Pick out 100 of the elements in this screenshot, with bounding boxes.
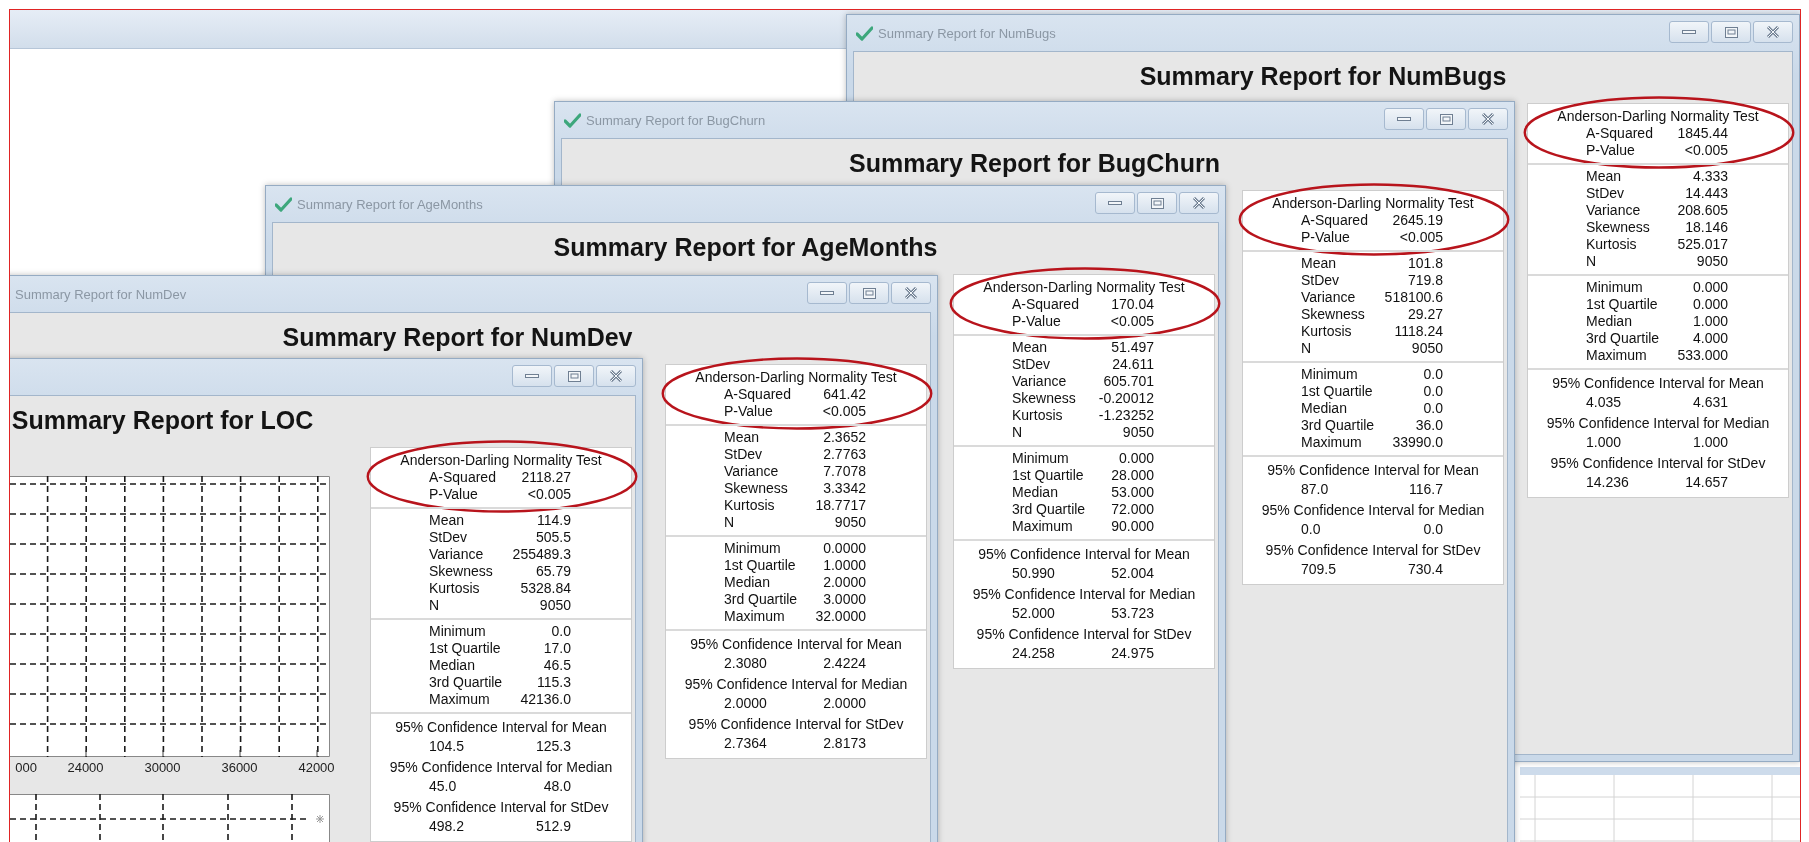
stat-label: Minimum — [1301, 366, 1358, 383]
interval-title: 95% Confidence Interval for Mean — [394, 718, 608, 736]
stat-label: P-Value — [429, 486, 478, 503]
interval-value: 24.258 — [1012, 645, 1055, 662]
close-icon — [609, 370, 623, 382]
interval-value: 709.5 — [1301, 561, 1337, 578]
stat-value: 29.27 — [1407, 306, 1443, 323]
interval-value: 53.723 — [1111, 605, 1154, 622]
stat-label: Skewness — [1301, 306, 1365, 323]
interval-value: 1.000 — [1692, 434, 1728, 451]
stat-label: Minimum — [1586, 279, 1643, 296]
stat-value: 0.0 — [1423, 400, 1443, 417]
stat-value: 18.146 — [1685, 219, 1728, 236]
stat-label: 1st Quartile — [429, 640, 501, 657]
stat-label: Mean — [1301, 255, 1337, 272]
minimize-button[interactable] — [1095, 192, 1135, 214]
stat-label: Variance — [1012, 373, 1067, 390]
test-title: Anderson-Darling Normality Test — [1271, 194, 1475, 212]
close-button[interactable] — [1753, 21, 1793, 43]
maximize-button[interactable] — [1426, 108, 1466, 130]
stat-value: 518100.6 — [1384, 289, 1443, 306]
stat-label: A-Squared — [429, 469, 496, 486]
close-button[interactable] — [1179, 192, 1219, 214]
stat-value: 2.7763 — [823, 446, 866, 463]
stat-value: 255489.3 — [512, 546, 571, 563]
stat-value: 0.0000 — [823, 540, 866, 557]
minimize-button[interactable] — [1669, 21, 1709, 43]
stat-value: 17.0 — [543, 640, 571, 657]
test-title: Anderson-Darling Normality Test — [399, 451, 603, 469]
minimize-icon — [525, 373, 539, 379]
stat-value: 51.497 — [1111, 339, 1154, 356]
minimize-icon — [1397, 116, 1411, 122]
stat-value: 65.79 — [535, 563, 571, 580]
stat-label: A-Squared — [1012, 296, 1079, 313]
interval-title: 95% Confidence Interval for Mean — [689, 635, 903, 653]
stat-value: 170.04 — [1111, 296, 1154, 313]
stat-value: 28.000 — [1111, 467, 1154, 484]
close-button[interactable] — [891, 282, 931, 304]
minimize-button[interactable] — [512, 365, 552, 387]
stat-label: N — [1012, 424, 1023, 441]
interval-value: 512.9 — [535, 818, 571, 835]
window-title: Summary Report for NumBugs — [878, 25, 1056, 41]
stat-label: Variance — [429, 546, 484, 563]
stat-value: 605.701 — [1103, 373, 1154, 390]
interval-title: 95% Confidence Interval for Median — [388, 758, 614, 776]
close-button[interactable] — [1468, 108, 1508, 130]
stat-label: Mean — [1012, 339, 1048, 356]
stat-label: StDev — [1301, 272, 1340, 289]
stat-value: 0.000 — [1118, 450, 1154, 467]
interval-value: 104.5 — [429, 738, 465, 755]
minimize-button[interactable] — [807, 282, 847, 304]
interval-title: 95% Confidence Interval for Median — [683, 675, 909, 693]
stat-label: 3rd Quartile — [1012, 501, 1086, 518]
test-title: Anderson-Darling Normality Test — [694, 368, 898, 386]
stat-label: Median — [1301, 400, 1347, 417]
interval-value: 4.631 — [1692, 394, 1728, 411]
stat-label: 1st Quartile — [1301, 383, 1373, 400]
stat-value: 18.7717 — [815, 497, 866, 514]
stat-value: 3.0000 — [823, 591, 866, 608]
minimize-icon — [1108, 200, 1122, 206]
stat-label: Variance — [724, 463, 779, 480]
close-icon — [1481, 113, 1495, 125]
stat-label: 3rd Quartile — [429, 674, 503, 691]
stat-label: Skewness — [1012, 390, 1076, 407]
maximize-button[interactable] — [849, 282, 889, 304]
minimize-button[interactable] — [1384, 108, 1424, 130]
stat-value: 1845.44 — [1677, 125, 1728, 142]
close-button[interactable] — [596, 365, 636, 387]
stat-label: P-Value — [1012, 313, 1061, 330]
interval-title: 95% Confidence Interval for Mean — [977, 545, 1191, 563]
maximize-button[interactable] — [554, 365, 594, 387]
close-icon — [1766, 26, 1780, 38]
stat-label: Kurtosis — [1586, 236, 1637, 253]
stat-label: Maximum — [1586, 347, 1647, 364]
stat-value: 0.0 — [1423, 383, 1443, 400]
stat-value: 9050 — [834, 514, 866, 531]
stat-label: 3rd Quartile — [724, 591, 798, 608]
stat-value: 46.5 — [543, 657, 571, 674]
stat-value: 1.0000 — [823, 557, 866, 574]
report-heading: Summary Report for NumBugs — [1138, 61, 1508, 92]
interval-title: 95% Confidence Interval for StDev — [687, 715, 905, 733]
stat-value: 719.8 — [1407, 272, 1443, 289]
stat-label: Kurtosis — [429, 580, 480, 597]
stat-label: A-Squared — [724, 386, 791, 403]
interval-value: 2.3080 — [724, 655, 767, 672]
stat-value: <0.005 — [1684, 142, 1728, 159]
maximize-button[interactable] — [1711, 21, 1751, 43]
stat-value: 533.000 — [1677, 347, 1728, 364]
interval-value: 52.004 — [1111, 565, 1154, 582]
stat-label: Mean — [1586, 168, 1622, 185]
interval-value: 2.8173 — [823, 735, 866, 752]
interval-title: 95% Confidence Interval for StDev — [1549, 454, 1767, 472]
stat-label: Mean — [724, 429, 760, 446]
stat-label: Maximum — [1012, 518, 1073, 535]
maximize-button[interactable] — [1137, 192, 1177, 214]
axis-label: 42000 — [297, 759, 336, 777]
stat-value: 0.0 — [551, 623, 571, 640]
interval-value: 14.236 — [1586, 474, 1629, 491]
stat-label: Median — [429, 657, 475, 674]
stat-label: N — [1301, 340, 1312, 357]
